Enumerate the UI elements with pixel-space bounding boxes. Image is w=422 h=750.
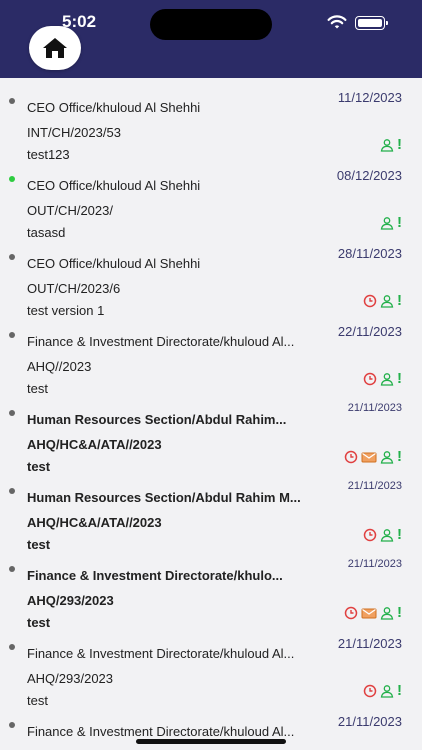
exclamation-icon: ! (397, 526, 402, 543)
letter-date: 21/11/2023 (347, 402, 402, 414)
letter-date: 11/12/2023 (337, 90, 402, 105)
clock-icon (363, 528, 377, 542)
letter-row[interactable]: Finance & Investment Directorate/khuloud… (0, 314, 422, 396)
clock-icon (344, 606, 358, 620)
home-icon (43, 38, 67, 58)
letter-date: 21/11/2023 (347, 480, 402, 492)
letter-status-icons: ! (363, 370, 402, 387)
exclamation-icon: ! (397, 604, 402, 621)
letter-row[interactable]: Finance & Investment Directorate/khulo..… (0, 548, 422, 630)
letter-date: 21/11/2023 (347, 558, 402, 570)
envelope-icon (361, 450, 377, 464)
status-dot (9, 176, 15, 182)
dynamic-island (150, 9, 272, 40)
letter-status-icons: ! (363, 292, 402, 309)
letters-list[interactable]: CEO Office/khuloud Al Shehhi INT/CH/2023/… (0, 80, 422, 750)
letter-from: CEO Office/khuloud Al Shehhi (27, 256, 201, 271)
status-dot (9, 332, 15, 338)
person-icon (380, 528, 394, 542)
exclamation-icon: ! (397, 136, 402, 153)
person-icon (380, 450, 394, 464)
letter-date: 08/12/2023 (336, 168, 402, 183)
status-dot (9, 722, 15, 728)
exclamation-icon: ! (397, 448, 402, 465)
letter-from: Finance & Investment Directorate/khuloud… (27, 334, 295, 349)
letter-reference: AHQ//2023 (27, 359, 92, 374)
clock-icon (363, 684, 377, 698)
letter-date: 28/11/2023 (337, 246, 402, 261)
letter-from: Finance & Investment Directorate/khulo..… (27, 568, 283, 583)
person-icon (380, 294, 394, 308)
person-icon (380, 606, 394, 620)
person-icon (380, 138, 394, 152)
letter-reference: AHQ/HC&A/ATA//2023 (27, 515, 162, 530)
status-dot (9, 644, 15, 650)
letter-status-icons: ! (363, 682, 402, 699)
letter-reference: INT/CH/2023/53 (27, 125, 121, 140)
letter-from: CEO Office/khuloud Al Shehhi (27, 100, 201, 115)
status-dot (9, 566, 15, 572)
letter-row[interactable]: Human Resources Section/Abdul Rahim M...… (0, 470, 422, 552)
letter-date: 22/11/2023 (337, 324, 402, 339)
letter-row[interactable]: Human Resources Section/Abdul Rahim... AH… (0, 392, 422, 474)
letter-from: Human Resources Section/Abdul Rahim M... (27, 490, 301, 505)
letter-reference: AHQ/HC&A/ATA//2023 (27, 437, 162, 452)
home-indicator (136, 739, 286, 744)
letter-status-icons: ! (344, 448, 402, 465)
letter-reference: OUT/CH/2023/ (27, 203, 113, 218)
letter-row[interactable]: CEO Office/khuloud Al Shehhi OUT/CH/2023/… (0, 158, 422, 240)
letter-from: Finance & Investment Directorate/khuloud… (27, 646, 295, 661)
person-icon (380, 684, 394, 698)
wifi-icon (327, 15, 347, 29)
letter-row[interactable]: CEO Office/khuloud Al Shehhi INT/CH/2023/… (0, 80, 422, 162)
exclamation-icon: ! (397, 370, 402, 387)
letter-status-icons: ! (380, 214, 402, 231)
exclamation-icon: ! (397, 292, 402, 309)
letter-reference: AHQ/293/2023 (27, 671, 114, 686)
letter-row[interactable]: CEO Office/khuloud Al Shehhi OUT/CH/2023/… (0, 236, 422, 318)
envelope-icon (361, 606, 377, 620)
clock-icon (344, 450, 358, 464)
letter-reference: OUT/CH/2023/6 (27, 281, 121, 296)
letter-from: CEO Office/khuloud Al Shehhi (27, 178, 201, 193)
letter-date: 21/11/2023 (337, 636, 402, 651)
person-icon (380, 372, 394, 386)
clock-icon (363, 294, 377, 308)
home-button[interactable] (29, 26, 81, 70)
letter-status-icons: ! (380, 136, 402, 153)
status-dot (9, 98, 15, 104)
status-dot (9, 488, 15, 494)
letter-from: Human Resources Section/Abdul Rahim... (27, 412, 287, 427)
letter-row[interactable]: Finance & Investment Directorate/khuloud… (0, 626, 422, 708)
person-icon (380, 216, 394, 230)
app-header: 5:02 (0, 0, 422, 78)
clock-icon (363, 372, 377, 386)
status-dot (9, 254, 15, 260)
status-dot (9, 410, 15, 416)
letter-date: 21/11/2023 (337, 714, 402, 729)
letter-reference: AHQ/293/2023 (27, 593, 114, 608)
letter-status-icons: ! (363, 526, 402, 543)
letter-status-icons: ! (344, 604, 402, 621)
exclamation-icon: ! (397, 682, 402, 699)
exclamation-icon: ! (397, 214, 402, 231)
letter-from: Finance & Investment Directorate/khuloud… (27, 724, 295, 739)
battery-icon (355, 16, 388, 30)
